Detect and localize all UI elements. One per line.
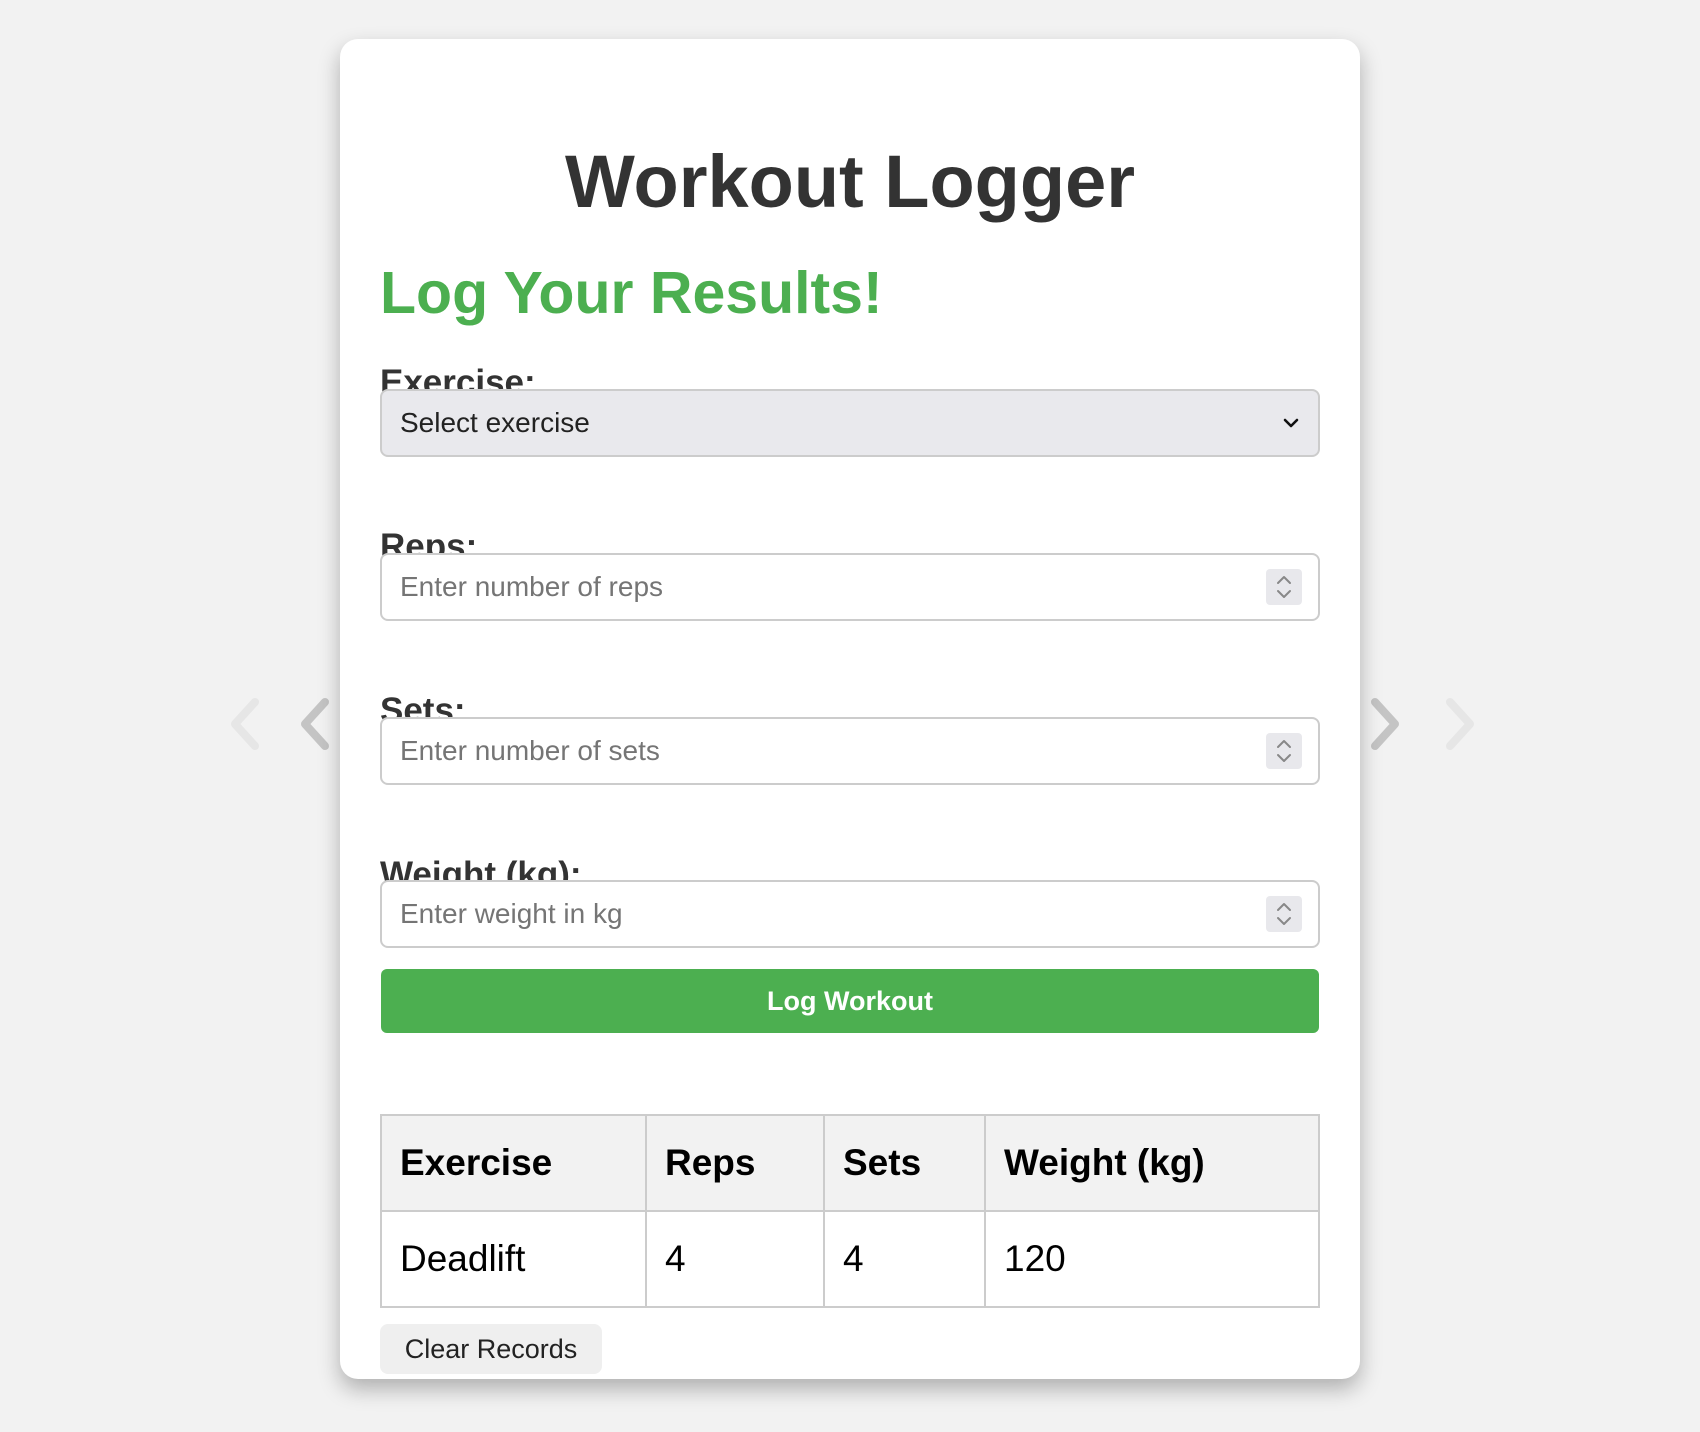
table-cell: 4 xyxy=(823,1210,986,1308)
chevron-down-icon xyxy=(1283,418,1299,428)
log-workout-button[interactable]: Log Workout xyxy=(381,969,1319,1033)
chevron-right-faint-icon xyxy=(1446,698,1474,750)
table-cell: 4 xyxy=(645,1210,825,1308)
page-title: Workout Logger xyxy=(564,140,1136,223)
form-heading: Log Your Results! xyxy=(380,260,883,326)
weight-input[interactable]: Enter weight in kg xyxy=(380,880,1320,948)
sets-input[interactable]: Enter number of sets xyxy=(380,717,1320,785)
column-header: Reps xyxy=(645,1114,825,1212)
reps-input[interactable]: Enter number of reps xyxy=(380,553,1320,621)
records-table: Exercise Reps Sets Weight (kg) Deadlift … xyxy=(380,1114,1320,1308)
table-header-row: Exercise Reps Sets Weight (kg) xyxy=(380,1114,1320,1212)
exercise-select[interactable]: Select exercise xyxy=(380,389,1320,457)
table-cell: 120 xyxy=(984,1210,1320,1308)
spinner-icon[interactable] xyxy=(1266,733,1302,769)
chevron-left-icon[interactable] xyxy=(295,694,335,754)
chevron-right-icon[interactable] xyxy=(1365,694,1405,754)
sets-placeholder: Enter number of sets xyxy=(400,735,660,766)
table-row: Deadlift 4 4 120 xyxy=(380,1210,1320,1308)
weight-placeholder: Enter weight in kg xyxy=(400,898,623,929)
spinner-icon[interactable] xyxy=(1266,569,1302,605)
workout-logger-card: Workout Logger Log Your Results! Exercis… xyxy=(340,39,1360,1379)
reps-placeholder: Enter number of reps xyxy=(400,571,664,602)
table-cell: Deadlift xyxy=(380,1210,647,1308)
column-header: Sets xyxy=(823,1114,986,1212)
chevron-left-faint-icon xyxy=(231,698,259,750)
clear-records-button[interactable]: Clear Records xyxy=(380,1324,602,1374)
exercise-select-value: Select exercise xyxy=(400,407,590,438)
spinner-icon[interactable] xyxy=(1266,896,1302,932)
column-header: Weight (kg) xyxy=(984,1114,1320,1212)
column-header: Exercise xyxy=(380,1114,647,1212)
